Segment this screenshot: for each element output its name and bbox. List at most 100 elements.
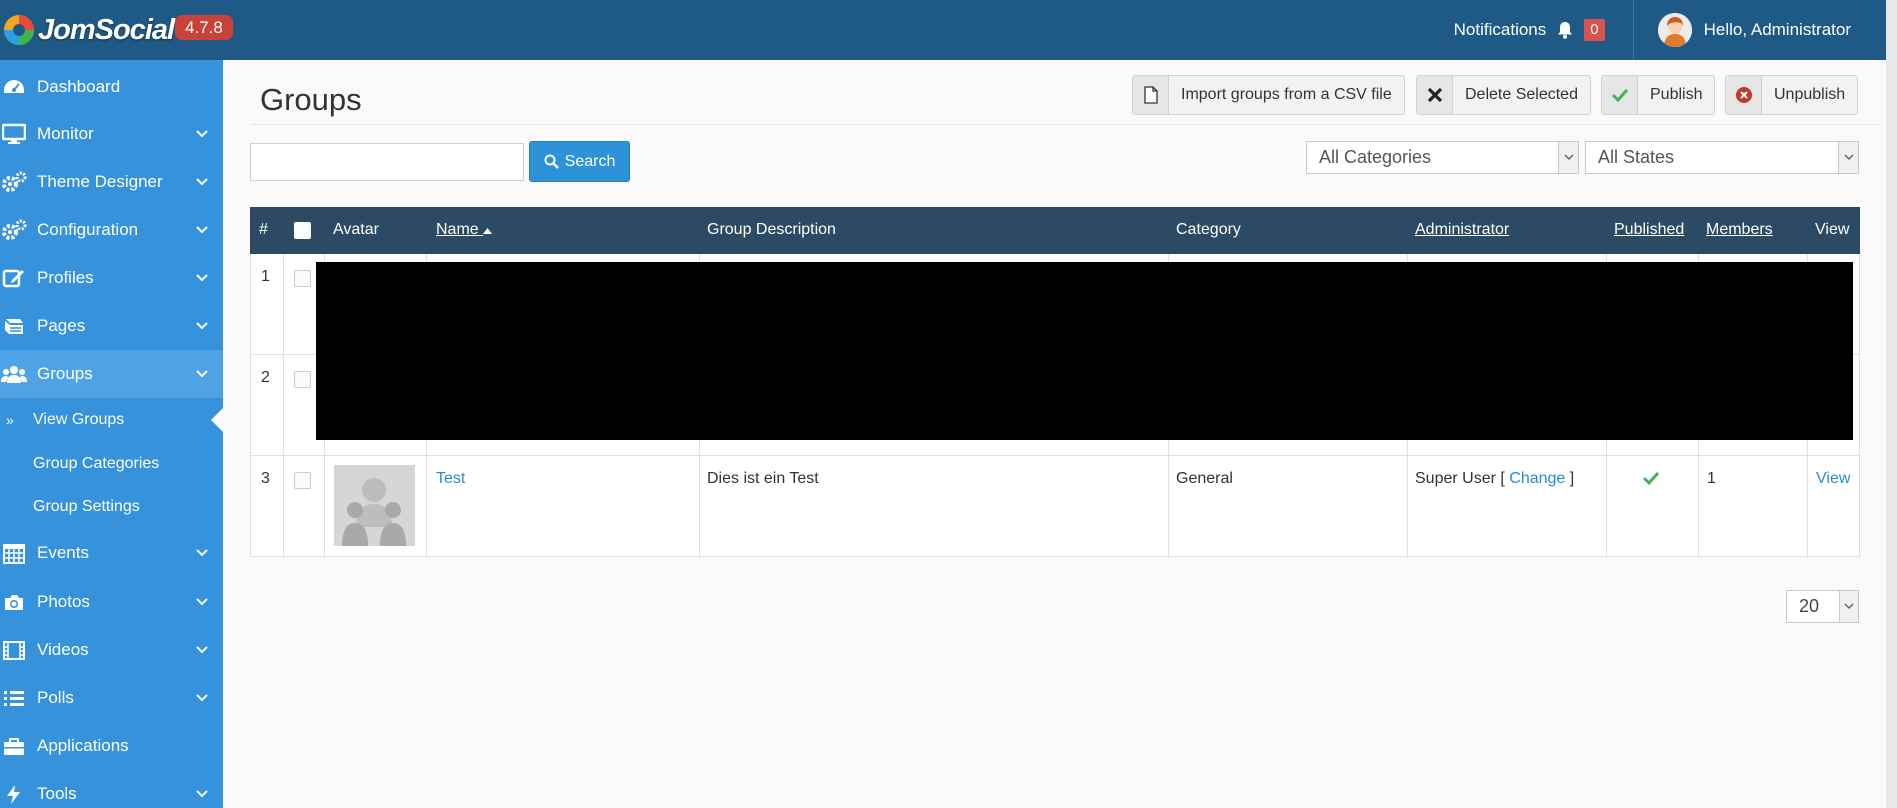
- col-administrator-sort[interactable]: Administrator: [1415, 221, 1509, 239]
- sidebar-subitem-label: View Groups: [33, 411, 125, 428]
- col-category: Category: [1176, 221, 1241, 238]
- col-members-sort[interactable]: Members: [1706, 221, 1773, 239]
- chevron-down-icon: [196, 598, 208, 606]
- top-bar: JomSocial 4.7.8 Notifications 0 Hello, A…: [0, 0, 1886, 60]
- sidebar-subitem-view-groups[interactable]: » View Groups: [0, 398, 223, 442]
- notifications-button[interactable]: Notifications 0: [1454, 0, 1634, 60]
- row-checkbox[interactable]: [294, 371, 311, 388]
- sidebar-item-groups[interactable]: Groups: [0, 350, 223, 398]
- check-icon: [1602, 76, 1638, 114]
- sidebar: Dashboard Monitor Theme Designer Configu…: [0, 60, 223, 808]
- per-page-value: 20: [1799, 596, 1820, 616]
- check-icon: [1642, 471, 1660, 486]
- sidebar-item-pages[interactable]: Pages: [0, 302, 223, 350]
- jomsocial-logo[interactable]: JomSocial: [2, 10, 175, 50]
- chevron-down-icon: [1558, 142, 1578, 173]
- edit-icon: [1, 265, 27, 291]
- notifications-count-badge: 0: [1584, 19, 1605, 41]
- state-filter-select[interactable]: All States: [1585, 141, 1859, 174]
- import-csv-label: Import groups from a CSV file: [1181, 86, 1392, 103]
- col-view: View: [1815, 221, 1850, 238]
- unpublish-label: Unpublish: [1774, 86, 1846, 103]
- sidebar-subitem-group-settings[interactable]: Group Settings: [0, 485, 223, 529]
- publish-button[interactable]: Publish: [1601, 75, 1716, 115]
- film-icon: [1, 637, 27, 663]
- user-menu[interactable]: Hello, Administrator: [1634, 0, 1886, 60]
- category-filter-select[interactable]: All Categories: [1306, 141, 1579, 174]
- scrollbar[interactable]: [1886, 0, 1897, 808]
- sidebar-item-videos[interactable]: Videos: [0, 626, 223, 674]
- state-filter-value: All States: [1598, 147, 1675, 167]
- row-number: 2: [261, 369, 270, 386]
- users-icon: [1, 361, 27, 387]
- group-category: General: [1176, 470, 1233, 487]
- chevron-down-icon: [1838, 142, 1858, 173]
- group-members-count: 1: [1707, 470, 1716, 487]
- publish-label: Publish: [1650, 86, 1703, 103]
- table-header: # Avatar Name Group Description Category…: [250, 207, 1860, 254]
- select-all-checkbox[interactable]: [294, 222, 311, 239]
- sidebar-item-label: Applications: [37, 736, 129, 755]
- sidebar-item-polls[interactable]: Polls: [0, 674, 223, 722]
- sidebar-subitem-label: Group Settings: [33, 498, 140, 515]
- chevron-down-icon: [196, 370, 208, 378]
- row-checkbox[interactable]: [294, 270, 311, 287]
- search-button-label: Search: [564, 152, 616, 170]
- col-published-sort[interactable]: Published: [1614, 221, 1684, 239]
- sidebar-item-photos[interactable]: Photos: [0, 578, 223, 626]
- row-number: 1: [261, 268, 270, 285]
- view-group-link[interactable]: View: [1816, 470, 1850, 488]
- gears-icon: [1, 169, 27, 195]
- logo-swirl-icon: [4, 15, 34, 45]
- delete-selected-button[interactable]: Delete Selected: [1416, 75, 1591, 115]
- table-row: 3 Test Dies ist ein Test General Super U…: [250, 456, 1860, 557]
- sidebar-subitem-label: Group Categories: [33, 455, 160, 472]
- row-number: 3: [261, 470, 270, 487]
- camera-icon: [1, 589, 27, 615]
- admin-name: Super User: [1415, 470, 1496, 487]
- sidebar-item-label: Profiles: [37, 268, 94, 287]
- sidebar-item-theme-designer[interactable]: Theme Designer: [0, 158, 223, 206]
- sidebar-item-label: Events: [37, 543, 89, 562]
- col-number: #: [259, 221, 268, 238]
- per-page-select[interactable]: 20: [1786, 590, 1859, 623]
- file-icon: [1133, 76, 1169, 114]
- sidebar-item-label: Pages: [37, 316, 86, 335]
- sidebar-item-events[interactable]: Events: [0, 529, 223, 577]
- sidebar-item-applications[interactable]: Applications: [0, 722, 223, 770]
- sidebar-item-configuration[interactable]: Configuration: [0, 206, 223, 254]
- search-icon: [544, 154, 559, 169]
- category-filter-value: All Categories: [1319, 147, 1432, 167]
- published-toggle[interactable]: [1642, 471, 1660, 490]
- sidebar-item-dashboard[interactable]: Dashboard: [0, 63, 223, 111]
- col-avatar: Avatar: [333, 221, 379, 238]
- sidebar-item-monitor[interactable]: Monitor: [0, 110, 223, 158]
- delete-selected-label: Delete Selected: [1465, 86, 1578, 103]
- close-icon: [1417, 76, 1453, 114]
- search-input[interactable]: [250, 143, 524, 181]
- sort-asc-icon: [483, 228, 493, 234]
- group-administrator: Super User [ Change ]: [1415, 470, 1574, 488]
- cancel-circle-icon: [1726, 76, 1762, 114]
- gears-icon: [1, 217, 27, 243]
- divider: [251, 124, 1879, 125]
- group-avatar[interactable]: [334, 465, 415, 546]
- group-name-link[interactable]: Test: [436, 470, 465, 488]
- row-checkbox[interactable]: [294, 472, 311, 489]
- unpublish-button[interactable]: Unpublish: [1725, 75, 1859, 115]
- chevron-down-icon: [196, 322, 208, 330]
- change-admin-link[interactable]: Change: [1509, 470, 1565, 487]
- sidebar-subitem-group-categories[interactable]: Group Categories: [0, 442, 223, 486]
- monitor-icon: [1, 121, 27, 147]
- double-chevron-right-icon: »: [6, 412, 14, 428]
- col-description: Group Description: [707, 221, 836, 238]
- chevron-down-icon: [196, 790, 208, 798]
- col-name-label: Name: [436, 221, 479, 238]
- redacted-area: [316, 262, 1853, 440]
- sidebar-item-profiles[interactable]: Profiles: [0, 254, 223, 302]
- import-csv-button[interactable]: Import groups from a CSV file: [1132, 75, 1405, 115]
- col-name-sort[interactable]: Name: [436, 221, 493, 239]
- chevron-down-icon: [196, 549, 208, 557]
- sidebar-item-tools[interactable]: Tools: [0, 770, 223, 808]
- search-button[interactable]: Search: [529, 141, 630, 182]
